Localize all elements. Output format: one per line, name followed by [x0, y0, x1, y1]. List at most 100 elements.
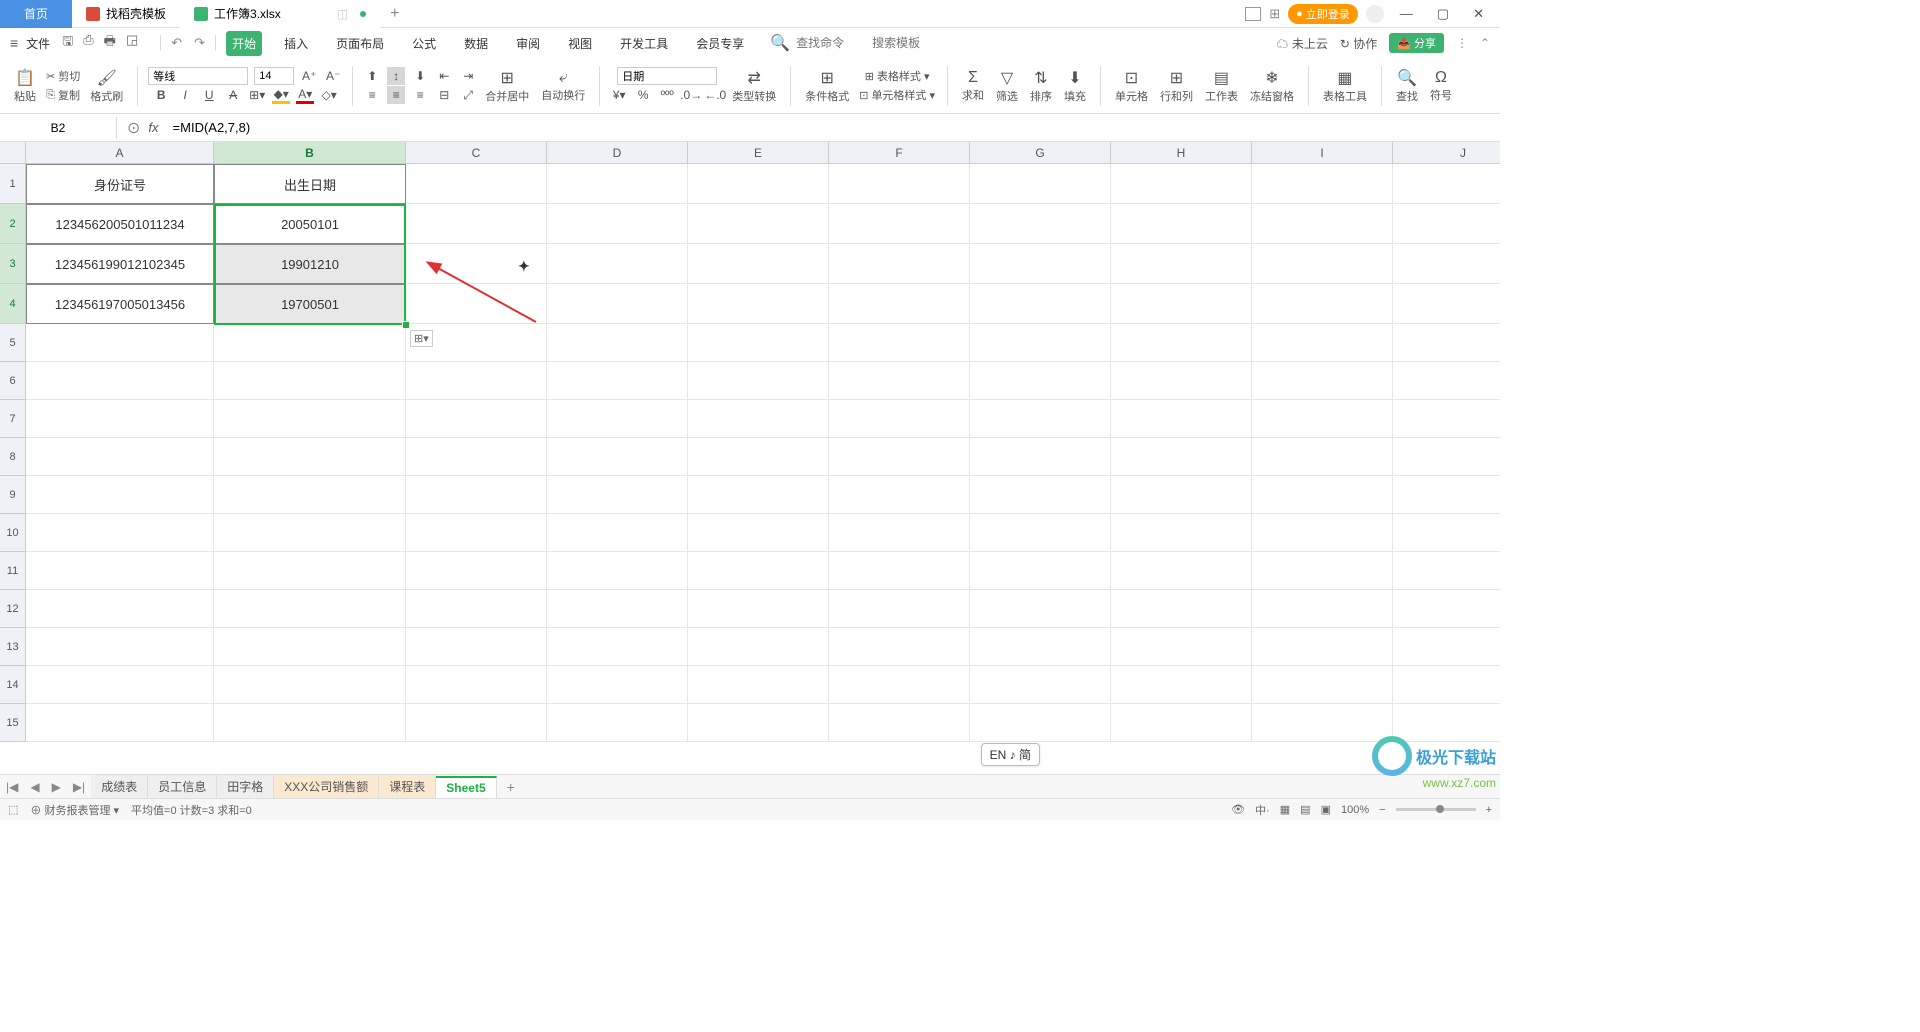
row-header[interactable]: 1 [0, 164, 26, 204]
sheet-prev-icon[interactable]: ◀ [24, 780, 45, 794]
fx-icon[interactable]: fx [148, 120, 158, 135]
cell[interactable] [970, 590, 1111, 628]
inc-decimal-icon[interactable]: .0→ [682, 86, 700, 104]
cell[interactable] [26, 400, 214, 438]
cell[interactable] [1393, 628, 1500, 666]
col-header[interactable]: G [970, 142, 1111, 164]
sheet-last-icon[interactable]: ▶| [67, 780, 91, 794]
thousand-icon[interactable]: ººº [658, 86, 676, 104]
cell[interactable] [26, 362, 214, 400]
cell[interactable] [406, 204, 547, 244]
row-header[interactable]: 7 [0, 400, 26, 438]
cell[interactable] [547, 400, 688, 438]
cell[interactable] [1111, 704, 1252, 742]
dec-decimal-icon[interactable]: ←.0 [706, 86, 724, 104]
save-icon[interactable]: 🖫 [62, 32, 73, 54]
cell[interactable] [547, 476, 688, 514]
cell[interactable]: 19700501 [214, 284, 406, 324]
cloud-status[interactable]: ☁ 未上云 [1276, 35, 1327, 52]
cell[interactable] [1393, 400, 1500, 438]
cell[interactable] [970, 164, 1111, 204]
cell[interactable] [1111, 362, 1252, 400]
sheet-tab[interactable]: 田字格 [217, 775, 274, 798]
cell[interactable] [829, 438, 970, 476]
preview-icon[interactable]: ⎙ [83, 32, 93, 54]
record-icon[interactable]: ⬚ [8, 803, 18, 816]
tab-vip[interactable]: 会员专享 [690, 31, 750, 56]
cell[interactable] [970, 666, 1111, 704]
cell[interactable] [547, 514, 688, 552]
cell[interactable] [547, 628, 688, 666]
cell[interactable] [829, 590, 970, 628]
cell[interactable] [1111, 400, 1252, 438]
cell[interactable] [1252, 362, 1393, 400]
currency-icon[interactable]: ¥▾ [610, 86, 628, 104]
cell[interactable] [688, 552, 829, 590]
cell[interactable] [829, 244, 970, 284]
cell[interactable] [1111, 666, 1252, 704]
justify-icon[interactable]: ⊟ [435, 86, 453, 104]
sheet-tab[interactable]: XXX公司销售额 [274, 775, 379, 798]
cell[interactable]: 身份证号 [26, 164, 214, 204]
undo-icon[interactable]: ↶ [171, 35, 182, 51]
cell[interactable]: 出生日期 [214, 164, 406, 204]
reading-mode-icon[interactable] [1245, 7, 1261, 21]
cell[interactable] [1393, 514, 1500, 552]
cell[interactable] [26, 552, 214, 590]
row-header[interactable]: 3 [0, 244, 26, 284]
redo-icon[interactable]: ↷ [194, 35, 205, 51]
add-sheet-button[interactable]: + [497, 779, 525, 795]
cell[interactable] [1252, 514, 1393, 552]
doc-tab-template[interactable]: 找稻壳模板 [72, 0, 180, 28]
cell[interactable] [688, 284, 829, 324]
bold-button[interactable]: B [152, 86, 170, 104]
cell[interactable] [1252, 244, 1393, 284]
cell[interactable] [1393, 204, 1500, 244]
cond-format-button[interactable]: ⊞条件格式 [801, 62, 853, 110]
cell[interactable] [406, 400, 547, 438]
col-header[interactable]: D [547, 142, 688, 164]
cut-button[interactable]: ✂ 剪切 [44, 67, 82, 85]
cell[interactable] [970, 284, 1111, 324]
sheet-tab-active[interactable]: Sheet5 [436, 776, 496, 798]
cell[interactable] [1393, 438, 1500, 476]
view2-icon[interactable]: ▤ [1300, 803, 1310, 816]
cell[interactable] [1111, 628, 1252, 666]
cell[interactable] [688, 666, 829, 704]
decrease-font-icon[interactable]: A⁻ [324, 67, 342, 85]
eye-icon[interactable]: 👁 [1231, 803, 1245, 816]
freeze-button[interactable]: ❄冻结窗格 [1246, 62, 1298, 110]
clear-format-button[interactable]: ◇▾ [320, 86, 338, 104]
cell[interactable] [406, 666, 547, 704]
row-header[interactable]: 5 [0, 324, 26, 362]
align-left-icon[interactable]: ≡ [363, 86, 381, 104]
cell[interactable] [26, 704, 214, 742]
cell[interactable] [26, 476, 214, 514]
cell[interactable] [406, 704, 547, 742]
cell[interactable] [1111, 476, 1252, 514]
cell[interactable] [1252, 438, 1393, 476]
template-search-input[interactable] [872, 36, 942, 50]
new-tab-button[interactable]: + [380, 5, 409, 23]
sort-button[interactable]: ⇅排序 [1026, 62, 1056, 110]
increase-font-icon[interactable]: A⁺ [300, 67, 318, 85]
sheet-tab[interactable]: 课程表 [379, 775, 436, 798]
zhong-icon[interactable]: 中· [1255, 802, 1270, 818]
command-search-input[interactable] [796, 36, 866, 50]
cell[interactable] [214, 514, 406, 552]
cell[interactable] [547, 362, 688, 400]
cell[interactable] [970, 244, 1111, 284]
cell[interactable] [688, 514, 829, 552]
tab-data[interactable]: 数据 [458, 31, 494, 56]
cell[interactable] [26, 514, 214, 552]
row-header[interactable]: 4 [0, 284, 26, 324]
cell[interactable] [214, 704, 406, 742]
cell[interactable] [970, 400, 1111, 438]
cell[interactable] [970, 704, 1111, 742]
cell[interactable] [688, 400, 829, 438]
merge-button[interactable]: ⊞合并居中 [481, 62, 533, 110]
tabletool-button[interactable]: ▦表格工具 [1319, 62, 1371, 110]
cell[interactable] [688, 476, 829, 514]
cell[interactable] [1393, 666, 1500, 704]
avatar[interactable] [1366, 5, 1384, 23]
